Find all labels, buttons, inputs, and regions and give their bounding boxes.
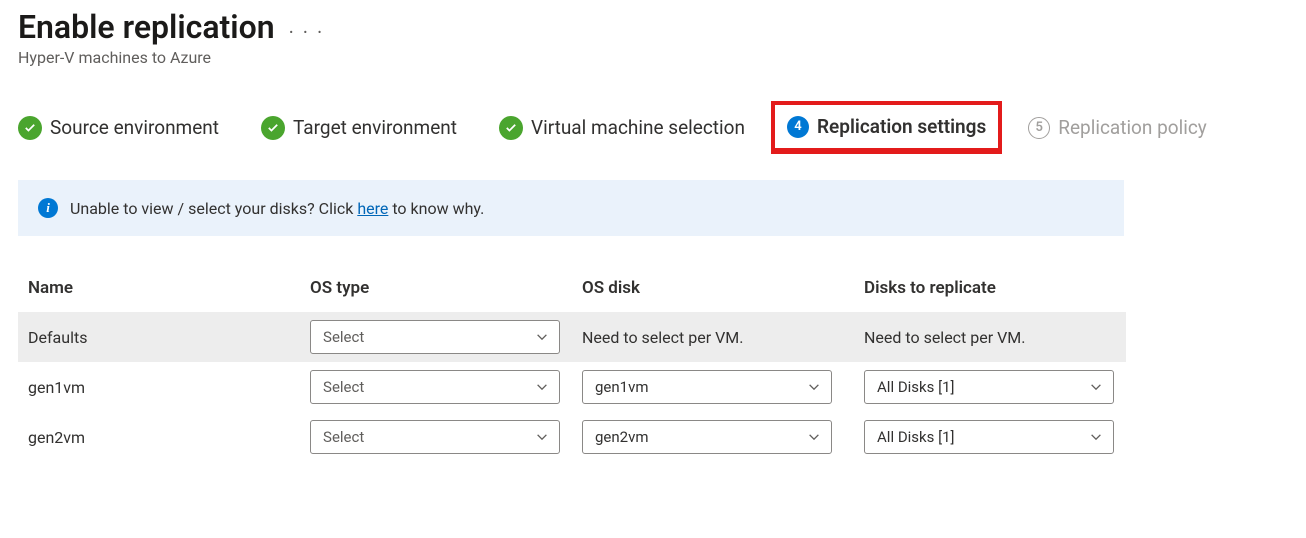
step-label: Source environment <box>50 116 219 139</box>
info-link-here[interactable]: here <box>357 199 388 218</box>
dropdown-value: gen1vm <box>595 378 649 396</box>
table-row: gen2vm Select gen2vm <box>18 412 1126 462</box>
cell-disks: Need to select per VM. <box>854 312 1126 362</box>
dropdown-value: Select <box>323 378 364 396</box>
chevron-down-icon <box>535 380 549 394</box>
step-vm-selection[interactable]: Virtual machine selection <box>499 116 745 140</box>
col-header-os-disk: OS disk <box>572 270 854 312</box>
chevron-down-icon <box>807 380 821 394</box>
cell-name: gen1vm <box>18 362 300 412</box>
chevron-down-icon <box>807 430 821 444</box>
step-target-environment[interactable]: Target environment <box>261 116 457 140</box>
dropdown-value: All Disks [1] <box>877 428 954 446</box>
dropdown-value: Select <box>323 328 364 346</box>
more-actions-button[interactable]: · · · <box>289 10 325 44</box>
check-icon <box>18 116 42 140</box>
cell-os-disk: Need to select per VM. <box>572 312 854 362</box>
step-label: Replication settings <box>817 115 986 138</box>
step-replication-settings[interactable]: 4 Replication settings <box>787 115 986 138</box>
dropdown-value: gen2vm <box>595 428 649 446</box>
info-text: Unable to view / select your disks? Clic… <box>70 199 484 218</box>
page-subtitle: Hyper-V machines to Azure <box>18 48 1288 67</box>
step-label: Replication policy <box>1058 116 1207 139</box>
step-number-icon: 4 <box>787 116 809 138</box>
info-banner: i Unable to view / select your disks? Cl… <box>18 180 1124 236</box>
table-header-row: Name OS type OS disk Disks to replicate <box>18 270 1126 312</box>
page-title: Enable replication <box>18 8 275 46</box>
step-label: Target environment <box>293 116 457 139</box>
os-type-select[interactable]: Select <box>310 370 560 404</box>
dropdown-value: All Disks [1] <box>877 378 954 396</box>
dropdown-value: Select <box>323 428 364 446</box>
wizard-steps: Source environment Target environment Vi… <box>18 115 1288 140</box>
col-header-name: Name <box>18 270 300 312</box>
active-step-highlight: 4 Replication settings <box>771 101 1002 154</box>
os-disk-select[interactable]: gen2vm <box>582 420 832 454</box>
info-text-after: to know why. <box>388 199 484 218</box>
os-disk-select[interactable]: gen1vm <box>582 370 832 404</box>
table-row-defaults: Defaults Select Need to select per VM. N… <box>18 312 1126 362</box>
info-icon: i <box>38 198 58 218</box>
info-text-before: Unable to view / select your disks? Clic… <box>70 199 357 218</box>
col-header-disks: Disks to replicate <box>854 270 1126 312</box>
check-icon <box>499 116 523 140</box>
step-replication-policy[interactable]: 5 Replication policy <box>1028 116 1207 139</box>
cell-name: Defaults <box>18 312 300 362</box>
chevron-down-icon <box>1089 380 1103 394</box>
chevron-down-icon <box>535 430 549 444</box>
check-icon <box>261 116 285 140</box>
cell-name: gen2vm <box>18 412 300 462</box>
chevron-down-icon <box>1089 430 1103 444</box>
disks-to-replicate-select[interactable]: All Disks [1] <box>864 420 1114 454</box>
table-row: gen1vm Select gen1vm <box>18 362 1126 412</box>
os-type-select-defaults[interactable]: Select <box>310 320 560 354</box>
step-source-environment[interactable]: Source environment <box>18 116 219 140</box>
os-type-select[interactable]: Select <box>310 420 560 454</box>
step-number-icon: 5 <box>1028 117 1050 139</box>
step-label: Virtual machine selection <box>531 116 745 139</box>
disks-to-replicate-select[interactable]: All Disks [1] <box>864 370 1114 404</box>
chevron-down-icon <box>535 330 549 344</box>
col-header-os-type: OS type <box>300 270 572 312</box>
replication-table: Name OS type OS disk Disks to replicate … <box>18 270 1126 462</box>
